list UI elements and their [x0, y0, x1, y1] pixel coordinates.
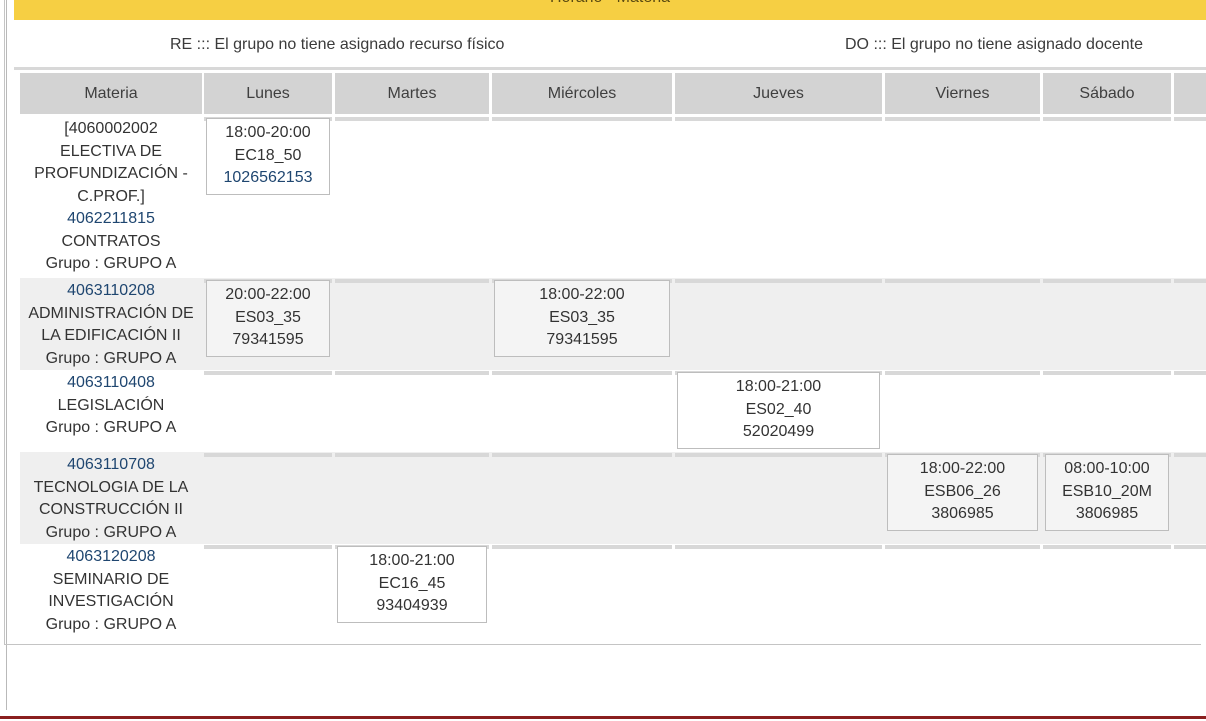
subject-text: Grupo : GRUPO A — [45, 419, 177, 436]
session-cell-miercoles: 18:00-22:00 ES03_35 79341595 — [494, 280, 670, 357]
cell-top-border — [1174, 545, 1206, 549]
cell-top-border — [204, 545, 332, 549]
legend-no-resource: RE ::: El grupo no tiene asignado recurs… — [170, 36, 505, 53]
subject-text: LEGISLACIÓN — [57, 396, 165, 414]
cell-top-border — [885, 545, 1040, 549]
schedule-title: Horario - Materia — [14, 0, 1206, 10]
cell-top-border — [492, 453, 672, 457]
subject-cell: [4060002002 ELECTIVA DE PROFUNDIZACIÓN - C.… — [20, 118, 202, 276]
subject-text: SEMINARIO DE — [52, 570, 170, 588]
session-cell-viernes: 18:00-22:00 ESB06_26 3806985 — [887, 454, 1038, 531]
cell-top-border — [1174, 371, 1206, 375]
cell-top-border — [675, 279, 882, 283]
session-teacher-id: 3806985 — [1075, 505, 1139, 522]
column-header-martes: Martes — [335, 73, 489, 114]
subject-text: C.PROF.] — [77, 187, 145, 205]
subject-text: INVESTIGACIÓN — [48, 593, 174, 610]
subject-text: Grupo : GRUPO A — [45, 615, 177, 633]
column-header-miercoles: Miércoles — [492, 73, 672, 114]
session-teacher-id[interactable]: 1026562153 — [207, 167, 329, 190]
session-room: ESB06_26 — [924, 482, 1001, 500]
session-teacher-id: 93404939 — [376, 597, 448, 614]
cell-top-border — [335, 117, 489, 121]
schedule-title-bar: Horario - Materia — [14, 0, 1206, 20]
session-teacher-id: 3806985 — [931, 505, 994, 522]
column-header-lunes: Lunes — [204, 73, 332, 114]
subject-cell: 4063110408 LEGISLACIÓN Grupo : GRUPO A — [20, 372, 202, 440]
session-time: 18:00-22:00 — [919, 460, 1006, 477]
subject-cell: 4063120208 SEMINARIO DE INVESTIGACIÓN Grupo… — [20, 546, 202, 636]
subject-cell: 4063110208 ADMINISTRACIÓN DE LA EDIFICACIÓ… — [20, 280, 202, 370]
subject-code-link[interactable]: 4063110408 — [20, 372, 202, 395]
subject-text: PROFUNDIZACIÓN - — [34, 165, 188, 182]
session-room: ES03_35 — [235, 308, 301, 326]
cell-top-border — [885, 371, 1040, 375]
session-time: 18:00-21:00 — [735, 378, 822, 395]
subject-text: Grupo : GRUPO A — [45, 255, 177, 272]
session-cell-jueves: 18:00-21:00 ES02_40 52020499 — [677, 372, 880, 449]
subject-code-link[interactable]: 4063110208 — [20, 280, 202, 303]
cell-top-border — [492, 545, 672, 549]
subject-text: ADMINISTRACIÓN DE — [28, 304, 194, 322]
cell-top-border — [1043, 117, 1171, 121]
legend-separator — [14, 67, 1206, 70]
cell-top-border — [1043, 279, 1171, 283]
cell-top-border — [1043, 545, 1171, 549]
column-header-materia: Materia — [20, 73, 202, 114]
session-room: ES02_40 — [745, 400, 812, 418]
subject-cell: 4063110708 TECNOLOGIA DE LA CONSTRUCCIÓN I… — [20, 454, 202, 544]
cell-top-border — [675, 117, 882, 121]
cell-top-border — [885, 117, 1040, 121]
legend-no-teacher: DO ::: El grupo no tiene asignado docent… — [845, 36, 1143, 53]
session-time: 18:00-22:00 — [539, 286, 625, 303]
session-room: ESB10_20M — [1062, 482, 1152, 500]
cell-top-border — [885, 279, 1040, 283]
session-room: ES03_35 — [549, 308, 615, 326]
subject-text: LA EDIFICACIÓN II — [41, 327, 181, 344]
cell-top-border — [335, 453, 489, 457]
session-cell-lunes: 20:00-22:00 ES03_35 79341595 — [206, 280, 330, 357]
subject-text: Grupo : GRUPO A — [45, 349, 177, 367]
footer-divider — [0, 716, 1206, 719]
session-teacher-id: 52020499 — [742, 423, 815, 440]
subject-text: TECNOLOGIA DE LA — [33, 478, 189, 496]
cell-top-border — [492, 117, 672, 121]
session-room: EC18_50 — [234, 146, 302, 164]
column-header-jueves: Jueves — [675, 73, 882, 114]
cell-top-border — [204, 453, 332, 457]
cell-top-border — [1174, 279, 1206, 283]
session-teacher-id: 79341595 — [546, 331, 618, 348]
column-header-overflow — [1174, 73, 1206, 114]
column-header-viernes: Viernes — [885, 73, 1040, 114]
cell-top-border — [335, 371, 489, 375]
subject-code-link[interactable]: 4062211815 — [20, 208, 202, 231]
cell-top-border — [492, 371, 672, 375]
subject-text: [4060002002 — [64, 120, 158, 137]
cell-top-border — [675, 453, 882, 457]
subject-text: CONTRATOS — [61, 232, 161, 250]
session-cell-martes: 18:00-21:00 EC16_45 93404939 — [337, 546, 487, 623]
cell-top-border — [204, 371, 332, 375]
subject-text: Grupo : GRUPO A — [45, 523, 177, 541]
cell-top-border — [335, 279, 489, 283]
subject-code-link[interactable]: 4063110708 — [20, 454, 202, 477]
session-room: EC16_45 — [378, 574, 446, 592]
session-time: 20:00-22:00 — [225, 286, 311, 303]
session-cell-lunes: 18:00-20:00 EC18_50 1026562153 — [206, 118, 330, 195]
column-header-sabado: Sábado — [1043, 73, 1171, 114]
session-time: 08:00-10:00 — [1064, 460, 1150, 477]
cell-top-border — [675, 545, 882, 549]
cell-top-border — [1174, 117, 1206, 121]
session-cell-sabado: 08:00-10:00 ESB10_20M 3806985 — [1045, 454, 1169, 531]
session-time: 18:00-20:00 — [225, 124, 311, 141]
cell-top-border — [1174, 453, 1206, 457]
cell-top-border — [1043, 371, 1171, 375]
subject-code-link[interactable]: 4063120208 — [20, 546, 202, 569]
subject-text: ELECTIVA DE — [60, 142, 162, 160]
session-teacher-id: 79341595 — [232, 331, 304, 348]
session-time: 18:00-21:00 — [369, 552, 455, 569]
subject-text: CONSTRUCCIÓN II — [39, 501, 183, 518]
